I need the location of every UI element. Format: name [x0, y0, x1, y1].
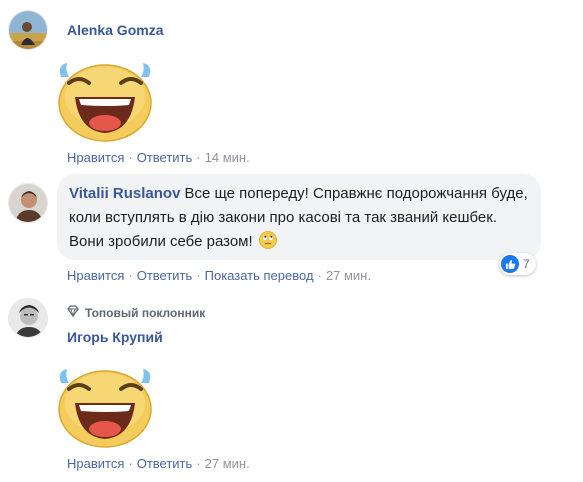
avatar[interactable]: [8, 183, 48, 223]
comment-author[interactable]: Vitalii Ruslanov: [69, 185, 180, 202]
top-fan-label: Топовый поклонник: [85, 305, 206, 320]
reply-link[interactable]: Ответить: [137, 456, 193, 471]
separator: ·: [128, 150, 133, 165]
eye-roll-emoji-icon: [258, 231, 277, 257]
reply-link[interactable]: Ответить: [137, 268, 193, 283]
like-thumb-icon: [501, 255, 519, 273]
separator: ·: [128, 456, 133, 471]
comment-author[interactable]: Игорь Крупий: [67, 329, 163, 345]
laughing-sticker-icon: [53, 363, 157, 449]
avatar[interactable]: [8, 298, 48, 338]
separator: ·: [196, 150, 201, 165]
separator: ·: [196, 456, 201, 471]
top-fan-badge: Топовый поклонник: [67, 305, 205, 320]
comment-bubble: Vitalii Ruslanov Все ще попереду! Справжн…: [57, 174, 541, 260]
like-link[interactable]: Нравится: [67, 456, 124, 471]
avatar[interactable]: [8, 10, 48, 50]
reaction-count[interactable]: 7: [499, 253, 536, 275]
comment-actions: Нравится · Ответить · 27 мин.: [67, 456, 250, 471]
reaction-count-value: 7: [523, 257, 530, 271]
laughing-sticker-icon: [53, 57, 157, 143]
show-translation-link[interactable]: Показать перевод: [205, 268, 314, 283]
reply-link[interactable]: Ответить: [137, 150, 193, 165]
separator: ·: [317, 268, 322, 283]
top-fan-diamond-icon: [67, 305, 85, 320]
timestamp[interactable]: 27 мин.: [205, 456, 250, 471]
like-link[interactable]: Нравится: [67, 268, 124, 283]
comment-actions: Нравится · Ответить · Показать перевод · 27 ми…: [67, 268, 371, 283]
timestamp[interactable]: 27 мин.: [326, 268, 371, 283]
separator: ·: [196, 268, 201, 283]
like-link[interactable]: Нравится: [67, 150, 124, 165]
timestamp[interactable]: 14 мин.: [205, 150, 250, 165]
comment-actions: Нравится · Ответить · 14 мин.: [67, 150, 250, 165]
separator: ·: [128, 268, 133, 283]
comment-author[interactable]: Alenka Gomza: [67, 22, 163, 38]
